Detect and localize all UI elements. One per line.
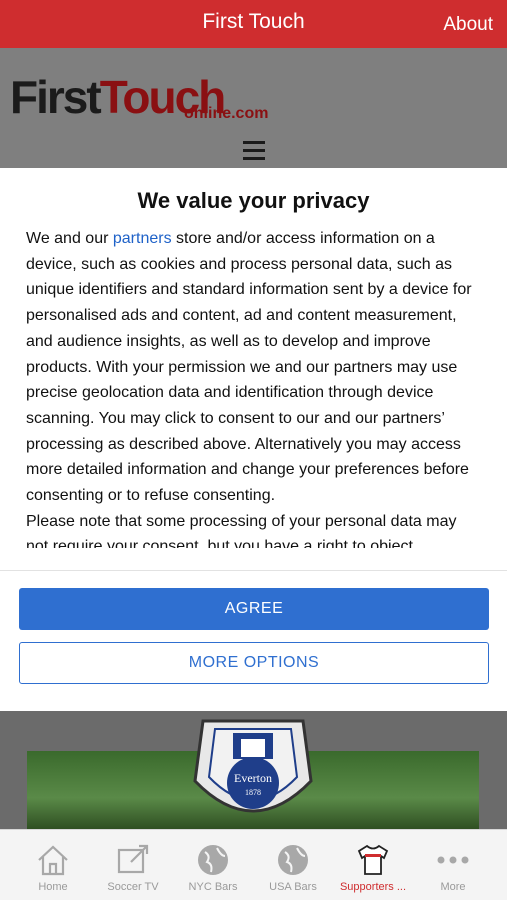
tab-home-label: Home: [38, 881, 68, 893]
dialog-body: We and our partners store and/or access …: [26, 226, 483, 548]
tab-more-label: More: [440, 881, 466, 893]
app-title: First Touch: [202, 10, 305, 33]
tab-soccer-tv-label: Soccer TV: [107, 881, 159, 893]
tab-usa-bars[interactable]: USA Bars: [253, 830, 333, 900]
site-logo[interactable]: FirstTouch online.com: [10, 71, 268, 123]
p2-text: Please note that some processing of your…: [26, 512, 457, 548]
crest-name: Everton: [234, 771, 272, 785]
tab-nyc-bars[interactable]: NYC Bars: [173, 830, 253, 900]
privacy-consent-dialog: We value your privacy We and our partner…: [0, 168, 507, 711]
tab-soccer-tv[interactable]: Soccer TV: [93, 830, 173, 900]
globe-icon: [198, 845, 228, 875]
agree-button[interactable]: AGREE: [19, 588, 489, 630]
logo-online: online.com: [184, 105, 269, 122]
hamburger-menu-icon[interactable]: [243, 141, 265, 161]
everton-crest-icon: Everton 1878: [193, 719, 313, 813]
dialog-divider: [0, 570, 507, 571]
more-icon: [437, 856, 469, 864]
tab-nyc-bars-label: NYC Bars: [188, 881, 238, 893]
p1-text-before: We and our: [26, 230, 113, 247]
crest-year: 1878: [245, 788, 261, 797]
top-nav-bar: First Touch About: [0, 0, 507, 48]
logo-first: First: [10, 71, 102, 123]
globe-icon: [278, 845, 308, 875]
jersey-icon: [357, 844, 389, 875]
about-link[interactable]: About: [443, 14, 493, 36]
p1-text-after: store and/or access information on a dev…: [26, 230, 472, 505]
tv-icon: [117, 844, 149, 874]
tab-supporters[interactable]: Supporters ...: [333, 830, 413, 900]
home-icon: [38, 845, 68, 876]
tab-home[interactable]: Home: [13, 830, 93, 900]
more-options-button[interactable]: MORE OPTIONS: [19, 642, 489, 684]
dialog-heading: We value your privacy: [137, 188, 370, 213]
bottom-tab-bar: Home Soccer TV NYC Bars USA Bars Support…: [0, 829, 507, 900]
tab-usa-bars-label: USA Bars: [269, 881, 317, 893]
tab-supporters-label: Supporters ...: [339, 881, 407, 893]
tab-more[interactable]: More: [413, 830, 493, 900]
hero-image: Everton 1878: [0, 711, 507, 829]
partners-link[interactable]: partners: [113, 230, 172, 247]
